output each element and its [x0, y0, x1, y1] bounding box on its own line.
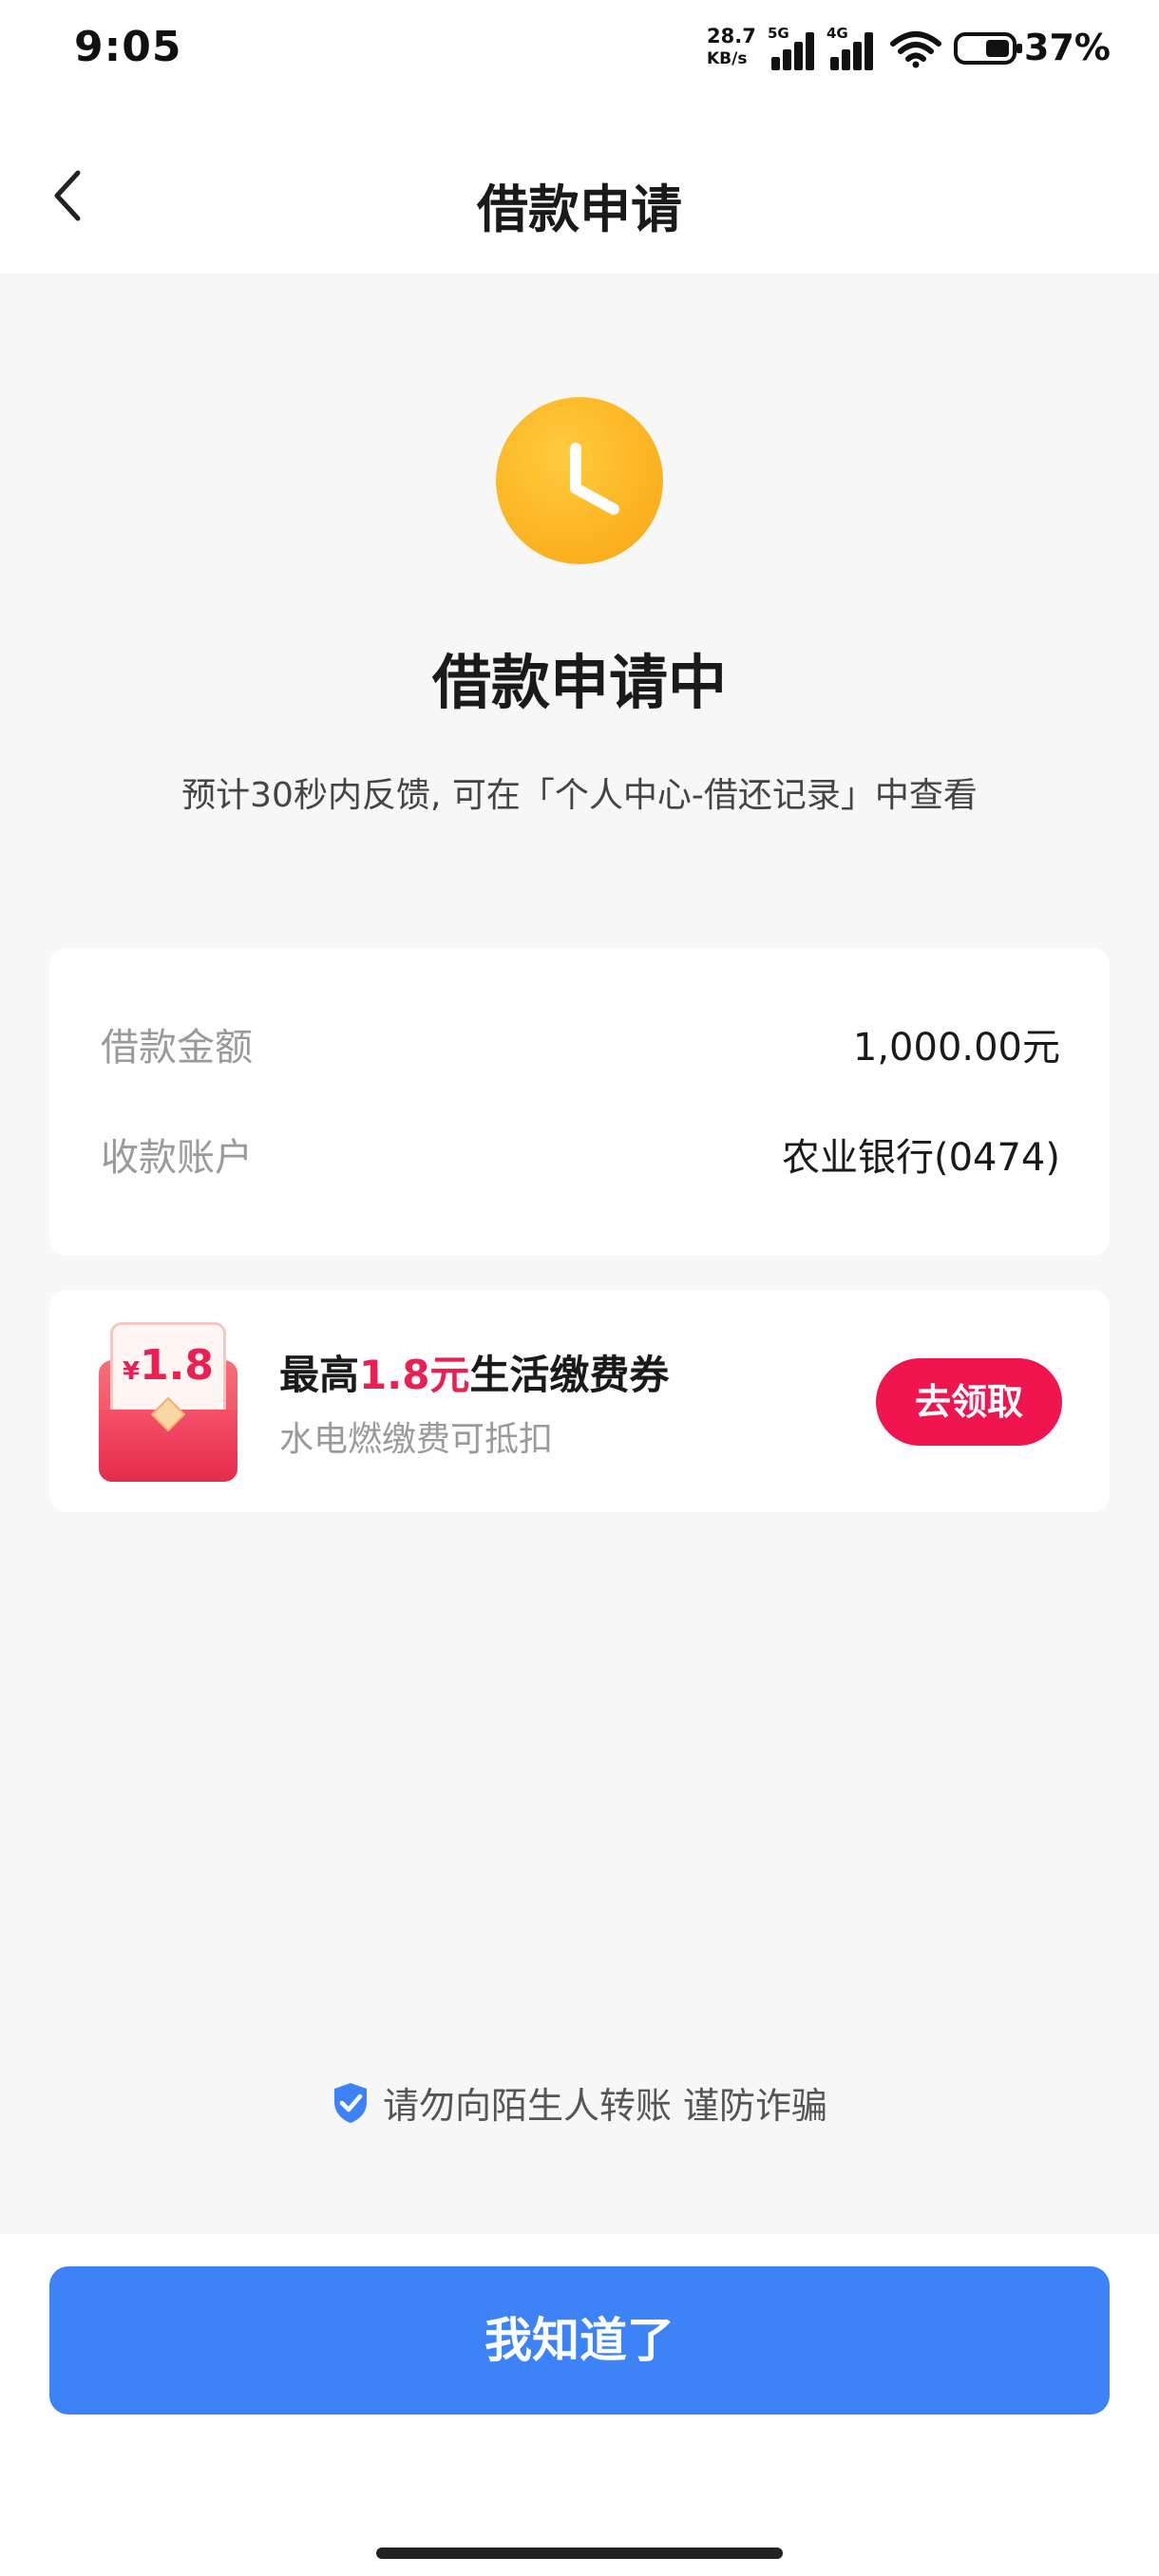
receiving-account-row: 收款账户 农业银行(0474)	[101, 1127, 1060, 1184]
coupon-title-suffix: 生活缴费券	[469, 1352, 670, 1398]
coupon-badge: ¥1.8	[110, 1341, 226, 1390]
coupon-title-prefix: 最高	[279, 1352, 360, 1398]
coupon-badge-currency: ¥	[122, 1357, 141, 1386]
network-speed-value: 28.7	[707, 25, 756, 47]
coupon-subtitle: 水电燃缴费可抵扣	[279, 1420, 554, 1459]
anti-fraud-text: 请勿向陌生人转账 谨防诈骗	[382, 2085, 828, 2127]
network-speed-unit: KB/s	[707, 49, 748, 68]
status-bar: 9:05 28.7 KB/s 5G 4G 37%	[0, 0, 1159, 99]
signal-4g-icon: 4G	[826, 25, 885, 70]
coupon-title: 最高1.8元生活缴费券	[279, 1343, 669, 1401]
coupon-card[interactable]: ¥1.8 最高1.8元生活缴费券 水电燃缴费可抵扣 去领取	[49, 1290, 1110, 1512]
receiving-account-label: 收款账户	[101, 1136, 253, 1180]
status-subtitle: 预计30秒内反馈, 可在「个人中心-借还记录」中查看	[181, 776, 978, 815]
nav-bar: 借款申请	[0, 99, 1159, 274]
shield-check-icon	[333, 2082, 367, 2123]
signal-5g-icon: 5G	[768, 25, 826, 70]
battery-percent: 37%	[1024, 27, 1111, 68]
loan-amount-value: 1,000.00元	[852, 1026, 1060, 1070]
wifi-icon	[890, 31, 941, 68]
home-indicator[interactable]	[376, 2548, 783, 2559]
clock-icon	[496, 397, 663, 564]
loan-amount-label: 借款金额	[101, 1026, 253, 1070]
coupon-title-highlight: 1.8元	[359, 1352, 470, 1398]
battery-icon	[954, 32, 1022, 65]
network-speed: 28.7 KB/s	[707, 25, 762, 70]
page-title: 借款申请	[477, 180, 682, 239]
got-it-button[interactable]: 我知道了	[49, 2266, 1110, 2415]
bottom-action-bar: 我知道了	[0, 2234, 1159, 2576]
signal-4g-label: 4G	[826, 25, 848, 42]
coupon-badge-amount: 1.8	[140, 1341, 215, 1390]
receiving-account-value: 农业银行(0474)	[781, 1136, 1060, 1180]
claim-coupon-button[interactable]: 去领取	[876, 1358, 1062, 1446]
status-time: 9:05	[74, 23, 182, 71]
loan-amount-row: 借款金额 1,000.00元	[101, 1016, 1060, 1073]
status-title: 借款申请中	[431, 648, 727, 717]
signal-5g-label: 5G	[768, 25, 789, 42]
loan-info-card: 借款金额 1,000.00元 收款账户 农业银行(0474)	[49, 948, 1110, 1256]
red-envelope-icon: ¥1.8	[99, 1322, 238, 1482]
anti-fraud-tip: 请勿向陌生人转账 谨防诈骗	[0, 2076, 1159, 2130]
